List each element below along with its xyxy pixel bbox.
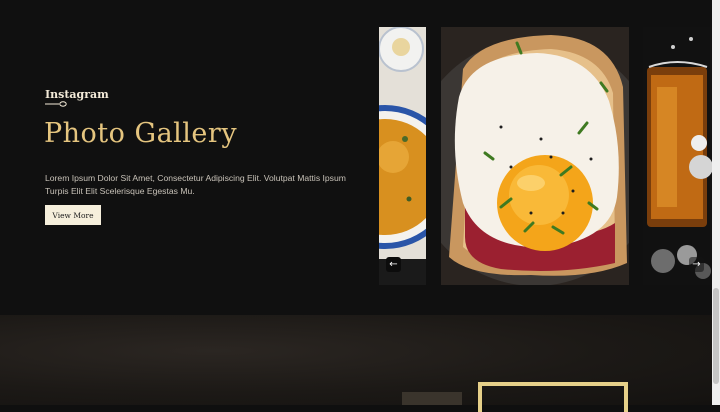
page-scrollbar[interactable]	[712, 0, 720, 405]
view-more-button[interactable]: View More	[45, 205, 101, 225]
section-description: Lorem Ipsum Dolor Sit Amet, Consectetur …	[45, 173, 346, 196]
arrow-left-icon: ←	[389, 259, 398, 270]
gallery-section: Instagram Photo Gallery Lorem Ipsum Dolo…	[0, 0, 712, 315]
carousel-next-button[interactable]: →	[689, 257, 704, 272]
arrow-right-icon: →	[692, 259, 701, 270]
teaser-image	[402, 392, 462, 405]
gallery-slide-iced-drink[interactable]	[643, 27, 712, 285]
section-eyebrow: Instagram	[45, 88, 109, 101]
spoon-ornament-icon	[45, 101, 67, 107]
page-title: Photo Gallery	[44, 118, 238, 149]
carousel-prev-button[interactable]: ←	[386, 257, 401, 272]
next-section-background	[0, 315, 712, 412]
gold-frame-decoration	[478, 382, 628, 412]
scrollbar-thumb[interactable]	[713, 288, 719, 384]
gallery-slide-soup[interactable]	[379, 27, 426, 285]
gallery-slide-egg-toast[interactable]	[441, 27, 629, 285]
